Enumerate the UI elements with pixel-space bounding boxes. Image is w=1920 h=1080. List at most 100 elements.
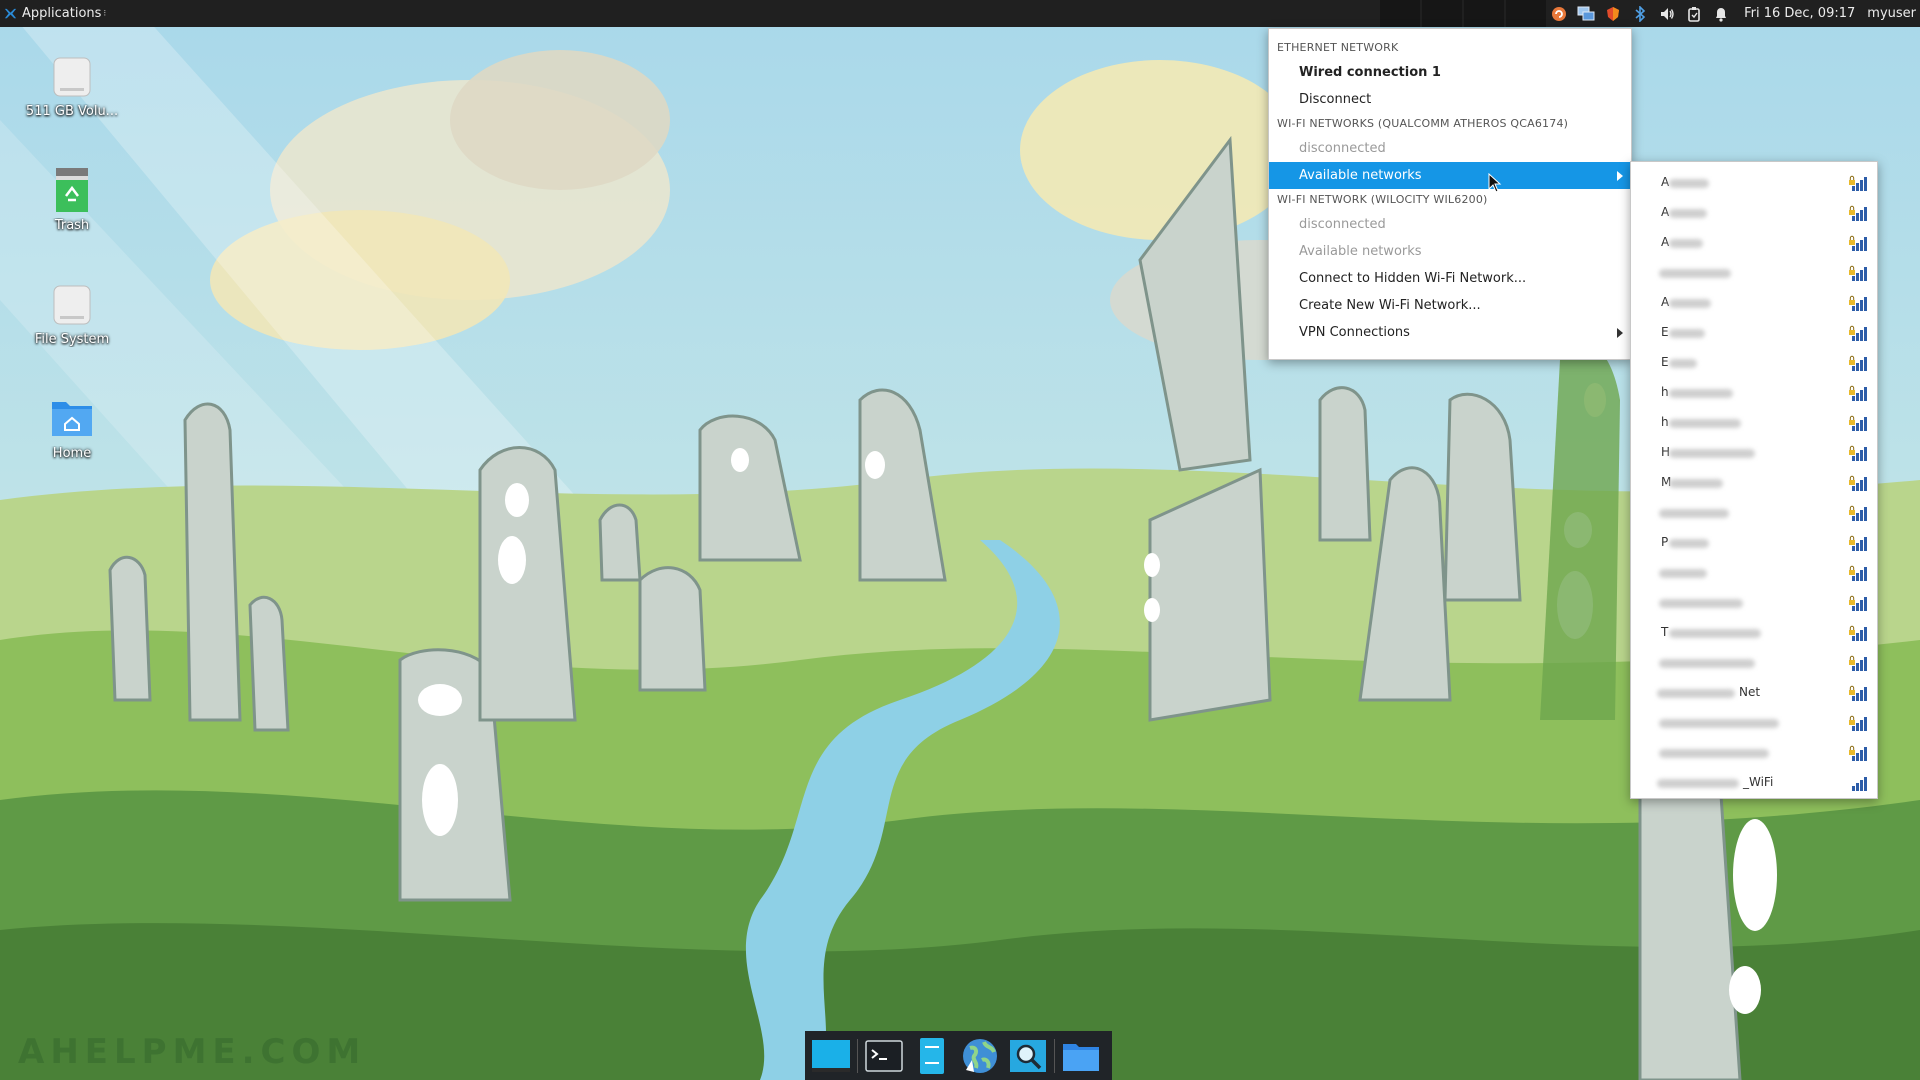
show-desktop-icon	[812, 1039, 850, 1072]
system-tray	[1546, 0, 1734, 27]
network-name: T	[1661, 625, 1669, 639]
wifi-signal-icon	[1849, 655, 1867, 671]
applications-label: Applications	[22, 6, 102, 21]
network-name: A	[1661, 235, 1670, 249]
network-list-item[interactable]	[1631, 558, 1877, 588]
redacted-network-name	[1659, 659, 1755, 668]
redacted-network-name	[1669, 419, 1741, 428]
available-networks-item[interactable]: Available networks	[1269, 162, 1631, 189]
network-list-item[interactable]: A	[1631, 198, 1877, 228]
redacted-network-name	[1659, 749, 1769, 758]
folder-button[interactable]	[1059, 1034, 1103, 1078]
network-list-item[interactable]	[1631, 708, 1877, 738]
network-list-item[interactable]: A	[1631, 228, 1877, 258]
workspace-2[interactable]	[1422, 0, 1463, 27]
network-list-item[interactable]	[1631, 738, 1877, 768]
wifi-signal-icon	[1849, 535, 1867, 551]
applications-menu-button[interactable]: Applications ⁝	[0, 0, 112, 27]
ethernet-header: Ethernet Network	[1277, 41, 1399, 54]
network-icon[interactable]	[1577, 5, 1595, 23]
web-browser-button[interactable]	[958, 1034, 1002, 1078]
file-manager-button[interactable]	[910, 1034, 954, 1078]
network-list-item[interactable]	[1631, 588, 1877, 618]
desktop-icon-trash[interactable]: Trash	[18, 166, 126, 233]
network-list-item[interactable]: T	[1631, 618, 1877, 648]
desktop-icon-file-system[interactable]: File System	[18, 280, 126, 347]
desktop-icon-label: Home	[52, 446, 92, 461]
redacted-network-name	[1659, 269, 1731, 278]
wifi-signal-icon	[1849, 295, 1867, 311]
clipboard-icon[interactable]	[1685, 5, 1703, 23]
create-new-wifi-item[interactable]: Create New Wi-Fi Network...	[1269, 292, 1631, 319]
menu-arrows-icon: ⁝	[103, 8, 107, 19]
desktop-icon-home[interactable]: Home	[18, 394, 126, 461]
home-folder-icon	[52, 402, 92, 436]
network-list-item[interactable]: h	[1631, 408, 1877, 438]
available-networks-submenu: A A A A E Eh h H M P T Net _WiFi	[1630, 161, 1878, 799]
network-name: P	[1661, 535, 1669, 549]
network-list-item[interactable]: A	[1631, 168, 1877, 198]
desktop-icon-volume[interactable]: 511 GB Volu...	[18, 52, 126, 119]
user-menu[interactable]: myuser	[1867, 6, 1916, 21]
network-list-item[interactable]: A	[1631, 288, 1877, 318]
workspace-3[interactable]	[1464, 0, 1505, 27]
dock-separator	[1054, 1038, 1055, 1073]
redacted-network-name	[1669, 239, 1703, 248]
wired-connection-item[interactable]: Wired connection 1	[1269, 59, 1631, 86]
shield-icon[interactable]	[1604, 5, 1622, 23]
wifi-signal-icon	[1849, 235, 1867, 251]
wifi-signal-icon	[1849, 385, 1867, 401]
drive-icon	[53, 285, 91, 325]
network-list-item[interactable]	[1631, 498, 1877, 528]
network-list-item[interactable]	[1631, 258, 1877, 288]
network-list-item[interactable]: E	[1631, 348, 1877, 378]
vpn-connections-item[interactable]: VPN Connections	[1269, 319, 1631, 346]
wifi-signal-icon	[1849, 205, 1867, 221]
update-icon[interactable]	[1550, 5, 1568, 23]
network-list-item[interactable]: _WiFi	[1631, 768, 1877, 798]
network-name: h	[1661, 385, 1669, 399]
wifi-signal-icon	[1849, 415, 1867, 431]
network-list-item[interactable]: H	[1631, 438, 1877, 468]
network-list-item[interactable]: Net	[1631, 678, 1877, 708]
wifi-signal-icon	[1849, 325, 1867, 341]
network-name: A	[1661, 295, 1670, 309]
workspace-1[interactable]	[1380, 0, 1421, 27]
network-name: E	[1661, 325, 1669, 339]
disconnect-item[interactable]: Disconnect	[1269, 86, 1631, 113]
wifi-signal-icon	[1849, 445, 1867, 461]
clock[interactable]: Fri 16 Dec, 09:17	[1744, 6, 1855, 21]
network-list-item[interactable]	[1631, 648, 1877, 678]
network-list-item[interactable]: h	[1631, 378, 1877, 408]
network-list-item[interactable]: M	[1631, 468, 1877, 498]
redacted-network-name	[1669, 329, 1705, 338]
volume-icon[interactable]	[1658, 5, 1676, 23]
wifi-signal-icon	[1849, 685, 1867, 701]
network-name: h	[1661, 415, 1669, 429]
redacted-network-name	[1657, 779, 1739, 788]
notification-bell-icon[interactable]	[1712, 5, 1730, 23]
network-list-item[interactable]: E	[1631, 318, 1877, 348]
connect-hidden-wifi-item[interactable]: Connect to Hidden Wi-Fi Network...	[1269, 265, 1631, 292]
workspace-4[interactable]	[1506, 0, 1547, 27]
wifi-signal-icon	[1849, 475, 1867, 491]
bluetooth-icon[interactable]	[1631, 5, 1649, 23]
wifi-signal-icon	[1849, 175, 1867, 191]
redacted-network-name	[1659, 599, 1743, 608]
show-desktop-button[interactable]	[809, 1034, 853, 1078]
wifi-signal-icon	[1852, 777, 1867, 791]
network-list-item[interactable]: P	[1631, 528, 1877, 558]
network-menu: Ethernet Network Wired connection 1 Disc…	[1268, 28, 1632, 360]
desktop-icon-label: 511 GB Volu...	[25, 104, 119, 119]
redacted-network-name	[1669, 179, 1709, 188]
wifi-signal-icon	[1849, 715, 1867, 731]
redacted-network-name	[1669, 209, 1707, 218]
mouse-cursor-icon	[1488, 173, 1502, 193]
app-finder-button[interactable]	[1006, 1034, 1050, 1078]
terminal-button[interactable]	[862, 1034, 906, 1078]
dock-separator	[857, 1038, 858, 1073]
redacted-network-name	[1669, 359, 1697, 368]
redacted-network-name	[1669, 629, 1761, 638]
wifi-signal-icon	[1849, 625, 1867, 641]
top-panel: Applications ⁝ Fri 16 Dec, 09:17 myuser	[0, 0, 1920, 27]
